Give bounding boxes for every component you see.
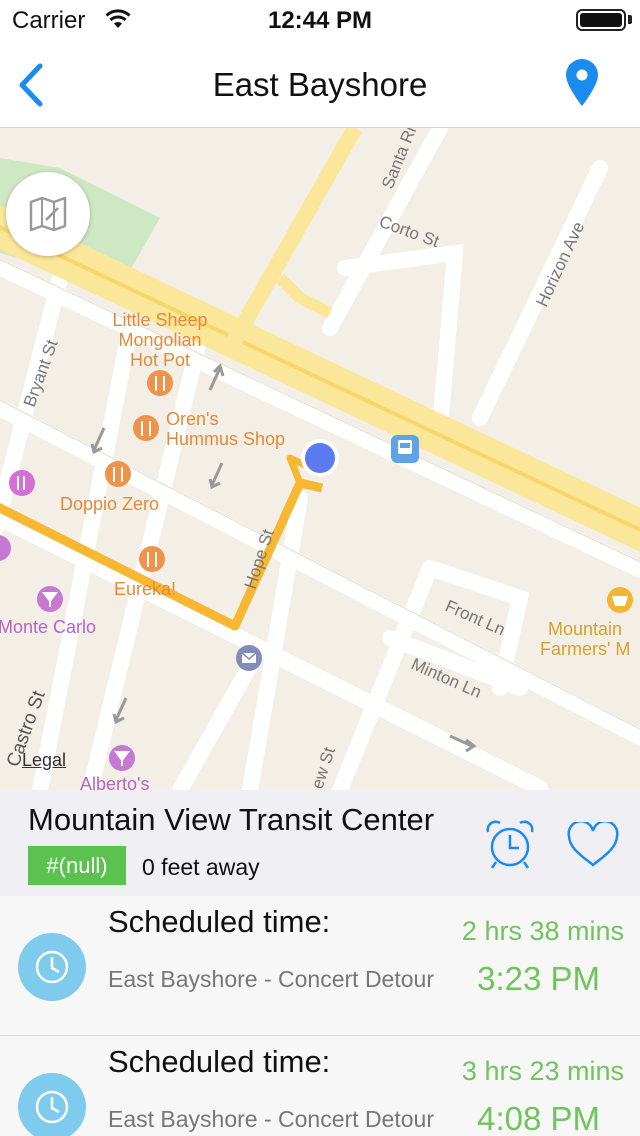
street-label-bryant: Bryant St xyxy=(20,337,62,409)
location-pin-icon[interactable] xyxy=(564,58,600,108)
map-mode-icon xyxy=(29,196,67,232)
stop-header: Mountain View Transit Center #(null) 0 f… xyxy=(0,790,640,896)
navigation-bar: East Bayshore xyxy=(0,40,640,128)
legal-link[interactable]: Legal xyxy=(22,750,66,771)
stop-name: Mountain View Transit Center xyxy=(28,802,435,837)
poi-monte-carlo: Monte Carlo xyxy=(0,617,96,637)
map-view[interactable]: Santa Ri Corto St Horizon Ave Bryant St … xyxy=(0,128,640,790)
poi-little-sheep-2: Mongolian xyxy=(118,330,201,350)
page-title: East Bayshore xyxy=(212,66,428,103)
restaurant-icon xyxy=(139,546,165,572)
clock-icon xyxy=(35,1090,69,1124)
poi-little-sheep-1: Little Sheep xyxy=(112,310,207,330)
poi-little-sheep-3: Hot Pot xyxy=(130,350,190,370)
clock-badge xyxy=(18,933,86,1001)
poi-orens-2: Hummus Shop xyxy=(166,429,285,449)
restaurant-icon xyxy=(105,461,131,487)
arrival-route: East Bayshore - Concert Detour xyxy=(108,966,434,992)
status-bar: Carrier 12:44 PM xyxy=(0,0,640,40)
poi-farmers-2: Farmers' M xyxy=(540,639,630,659)
clock-icon xyxy=(35,950,69,984)
bar-icon xyxy=(0,535,11,561)
stop-distance: 0 feet away xyxy=(142,854,260,880)
train-station-icon xyxy=(391,435,419,463)
poi-eureka: Eureka! xyxy=(114,579,176,599)
post-office-icon xyxy=(236,645,262,671)
poi-orens-1: Oren's xyxy=(166,409,218,429)
restaurant-icon xyxy=(147,370,173,396)
nightlife-icon xyxy=(9,470,35,496)
restaurant-icon xyxy=(133,415,159,441)
route-badge: #(null) xyxy=(28,846,126,885)
battery-icon xyxy=(576,9,626,31)
arrival-eta: 3 hrs 23 mins xyxy=(461,1056,624,1086)
arrival-time: 4:08 PM xyxy=(477,1100,600,1136)
status-time: 12:44 PM xyxy=(267,7,373,34)
market-icon xyxy=(607,587,633,613)
scheduled-time-label: Scheduled time: xyxy=(108,1044,331,1079)
scheduled-time-label: Scheduled time: xyxy=(108,904,331,939)
alarm-clock-icon[interactable] xyxy=(484,820,536,870)
clock-badge xyxy=(18,1073,86,1136)
favorite-heart-icon[interactable] xyxy=(566,822,620,868)
poi-doppio: Doppio Zero xyxy=(60,494,159,514)
bar-icon xyxy=(37,586,63,612)
arrival-row[interactable]: Scheduled time: East Bayshore - Concert … xyxy=(0,1036,640,1136)
map-mode-button[interactable] xyxy=(6,172,90,256)
poi-farmers-1: Mountain xyxy=(548,619,622,639)
arrival-route: East Bayshore - Concert Detour xyxy=(108,1106,434,1132)
arrival-eta: 2 hrs 38 mins xyxy=(461,916,624,946)
bar-icon xyxy=(109,745,135,771)
arrival-row[interactable]: Scheduled time: East Bayshore - Concert … xyxy=(0,896,640,1036)
poi-alberto: Alberto's xyxy=(80,774,149,790)
battery-tip xyxy=(628,15,632,24)
arrival-time: 3:23 PM xyxy=(477,960,600,997)
street-label-corto: Corto St xyxy=(377,212,442,251)
